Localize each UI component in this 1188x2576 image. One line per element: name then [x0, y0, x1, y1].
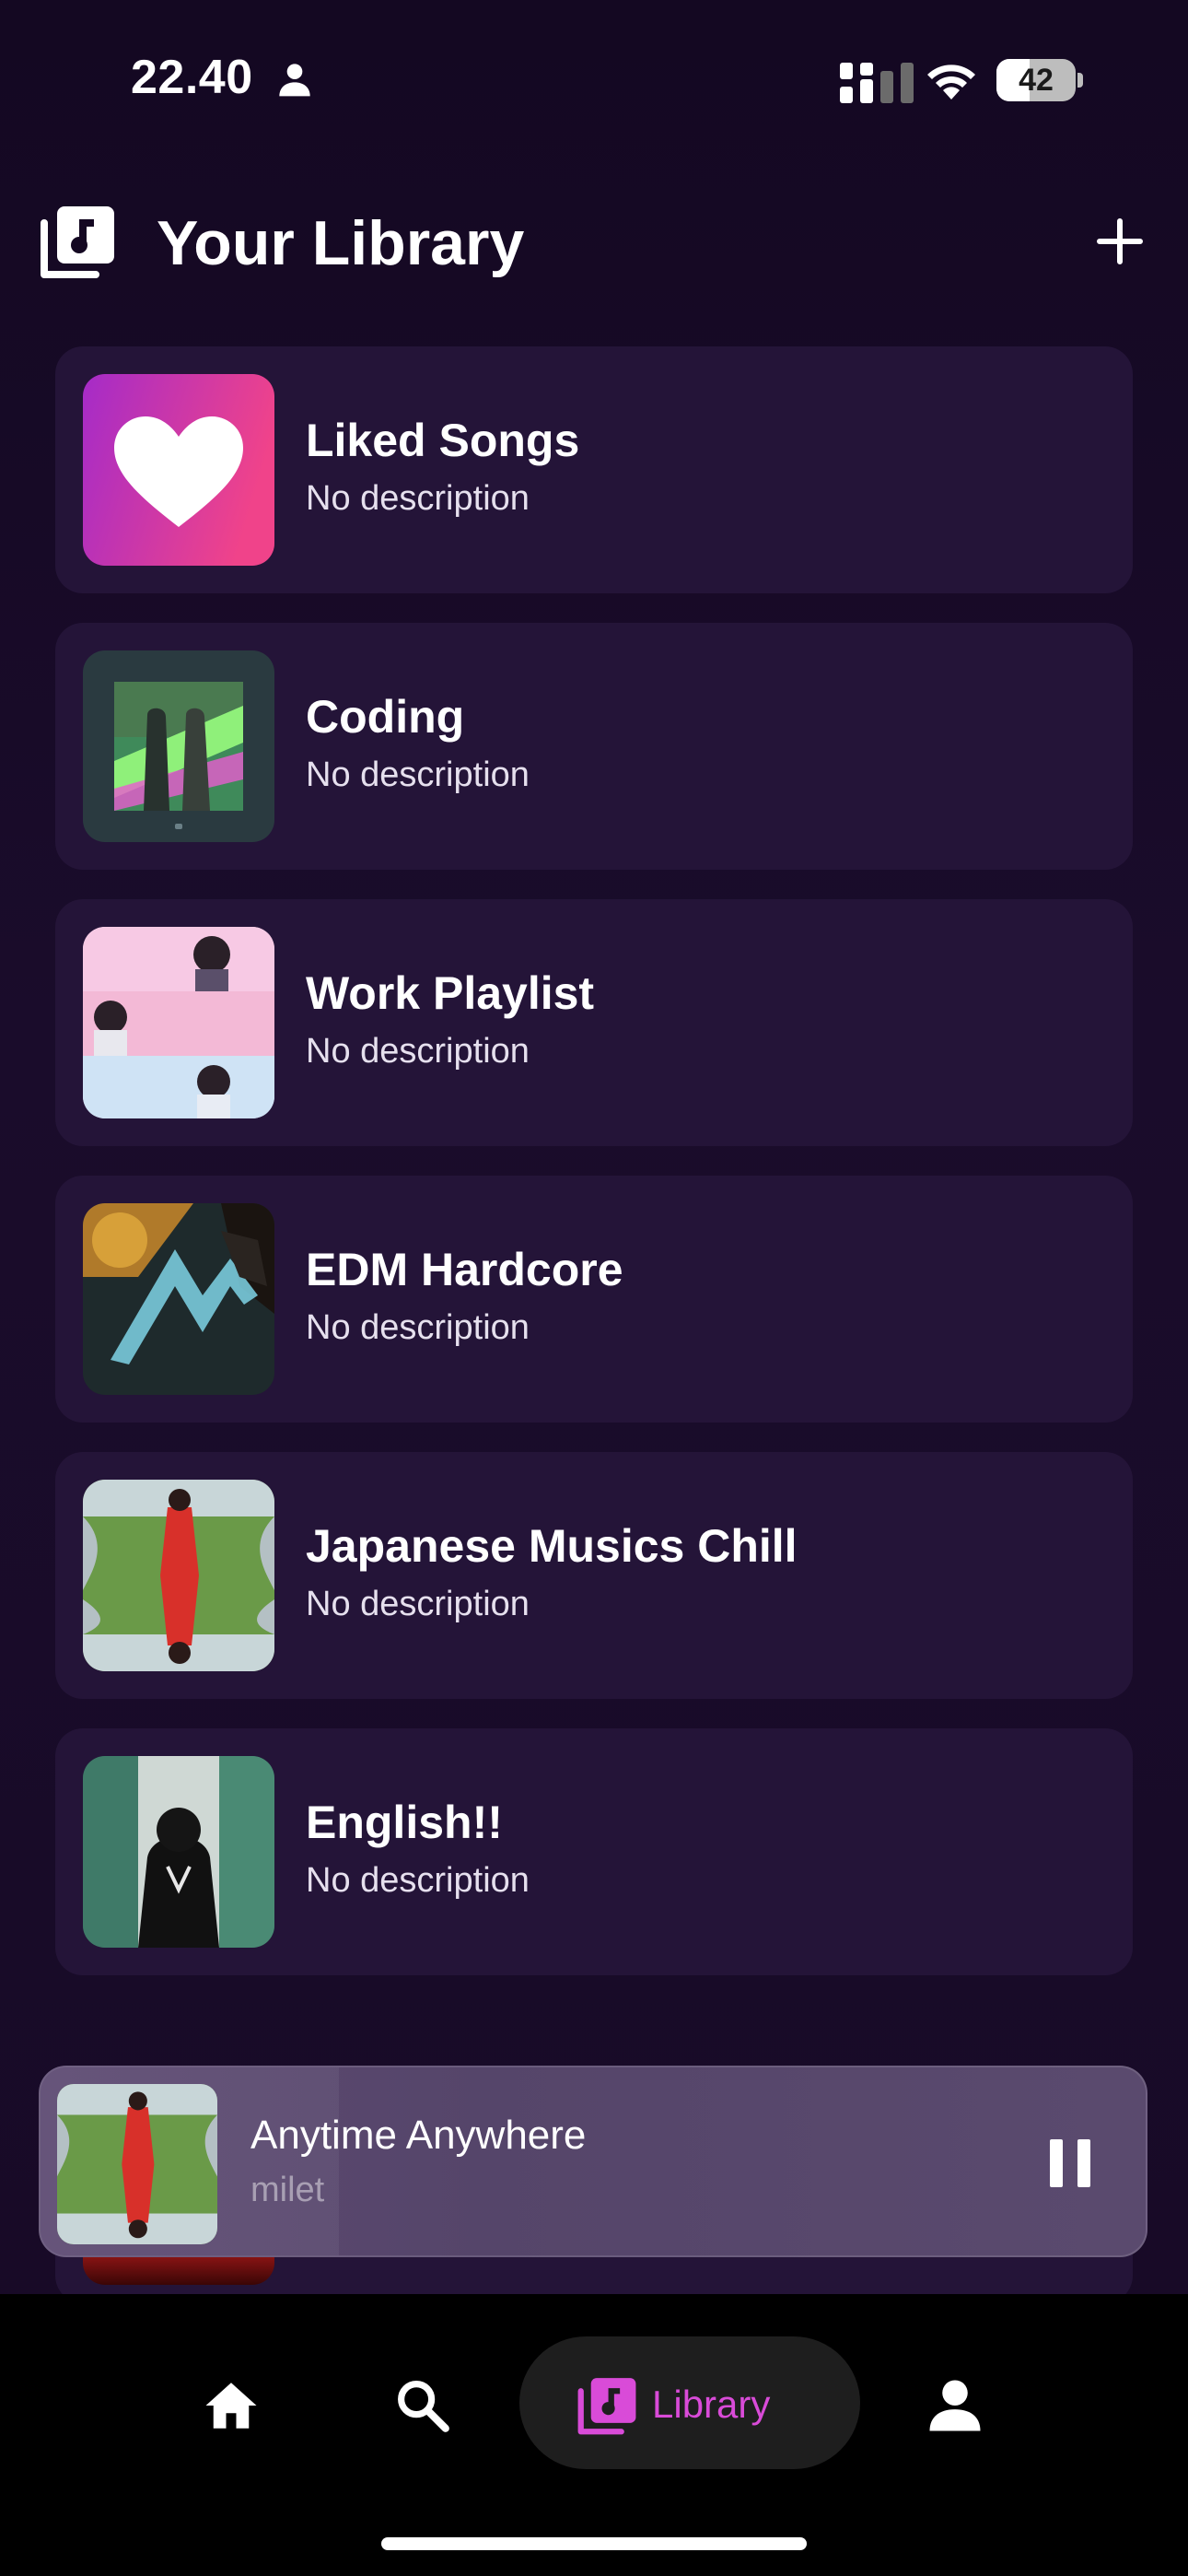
now-playing-artist: milet	[250, 2171, 325, 2209]
profile-icon	[929, 2380, 981, 2431]
playlist-title: Coding	[306, 691, 465, 743]
album-cover-work	[83, 927, 274, 1118]
playlist-title: Japanese Musics Chill	[306, 1520, 798, 1572]
playlist-title: Work Playlist	[306, 967, 595, 1019]
playlist-list: Liked Songs No description Coding No des…	[55, 346, 1133, 2005]
playlist-description: No description	[306, 479, 530, 518]
playlist-description: No description	[306, 755, 530, 794]
album-cover-english	[83, 1756, 274, 1948]
playlist-title: English!!	[306, 1797, 503, 1848]
app-screen: 22.40 42 Your Library Liked Songs No des…	[0, 0, 1188, 2576]
playlist-description: No description	[306, 1585, 530, 1623]
playlist-description: No description	[306, 1308, 530, 1347]
search-icon	[398, 2381, 449, 2432]
home-indicator	[381, 2537, 807, 2550]
album-cover-japanese	[83, 1480, 274, 1671]
liked-songs-cover	[83, 374, 274, 566]
playlist-title: Liked Songs	[306, 415, 580, 466]
playlist-title: EDM Hardcore	[306, 1244, 623, 1295]
pause-icon[interactable]	[1041, 2134, 1100, 2193]
battery-level: 42	[1019, 63, 1054, 98]
bottom-navigation: Library	[0, 2294, 1188, 2576]
library-header: Your Library	[0, 193, 1188, 295]
status-bar: 22.40 42	[0, 0, 1188, 157]
library-music-icon	[41, 206, 114, 278]
nav-library[interactable]: Library	[519, 2336, 860, 2469]
playlist-card-liked-songs[interactable]: Liked Songs No description	[55, 346, 1133, 593]
playlist-card-japanese-musics-chill[interactable]: Japanese Musics Chill No description	[55, 1452, 1133, 1699]
playlist-description: No description	[306, 1032, 530, 1071]
album-cover-edm	[83, 1203, 274, 1395]
cellular-signal-icon	[840, 63, 914, 103]
nav-library-label: Library	[652, 2383, 771, 2426]
wifi-icon	[927, 64, 975, 100]
battery-icon: 42	[996, 59, 1085, 101]
home-icon	[205, 2383, 257, 2429]
playlist-card-edm-hardcore[interactable]: EDM Hardcore No description	[55, 1176, 1133, 1423]
library-music-icon	[577, 2378, 636, 2435]
playlist-description: No description	[306, 1861, 530, 1900]
album-cover-coding	[83, 650, 274, 842]
add-icon[interactable]	[1090, 212, 1149, 271]
now-playing-title: Anytime Anywhere	[250, 2113, 587, 2158]
nav-home[interactable]	[181, 2336, 282, 2469]
nav-profile[interactable]	[904, 2336, 1006, 2469]
now-playing-cover	[57, 2084, 217, 2244]
playlist-card-english[interactable]: English!! No description	[55, 1728, 1133, 1975]
playlist-card-work-playlist[interactable]: Work Playlist No description	[55, 899, 1133, 1146]
playlist-card-coding[interactable]: Coding No description	[55, 623, 1133, 870]
status-time: 22.40	[131, 51, 253, 104]
nav-search[interactable]	[372, 2336, 473, 2469]
person-icon	[279, 64, 310, 97]
mini-player[interactable]: Anytime Anywhere milet	[39, 2066, 1147, 2257]
page-title: Your Library	[157, 208, 525, 278]
